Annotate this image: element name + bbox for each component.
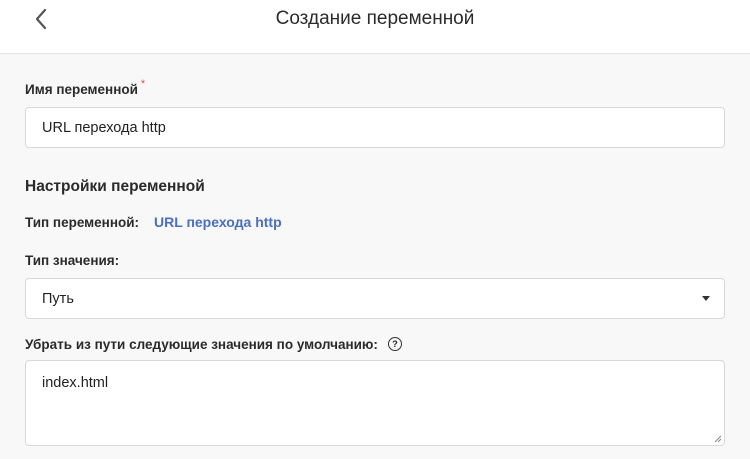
settings-section-title: Настройки переменной xyxy=(25,178,205,195)
variable-name-label-row: Имя переменной * xyxy=(25,78,146,99)
remove-values-textarea[interactable]: index.html xyxy=(25,360,725,446)
resize-handle-icon[interactable] xyxy=(714,435,722,443)
remove-values-label-row: Убрать из пути следующие значения по умо… xyxy=(25,336,402,354)
variable-name-input[interactable]: URL перехода http xyxy=(25,107,725,148)
value-type-label: Тип значения: xyxy=(25,253,120,268)
required-marker: * xyxy=(140,78,146,90)
page-title: Создание переменной xyxy=(275,8,475,29)
dropdown-caret-icon xyxy=(702,296,710,301)
variable-type-link[interactable]: URL перехода http xyxy=(154,214,282,230)
remove-values-text: index.html xyxy=(42,375,109,391)
remove-values-label: Убрать из пути следующие значения по умо… xyxy=(25,337,378,352)
value-type-select[interactable]: Путь xyxy=(25,278,725,319)
variable-name-value: URL перехода http xyxy=(42,119,166,136)
variable-type-label: Тип переменной: xyxy=(25,214,140,230)
top-bar: Создание переменной xyxy=(0,0,750,54)
value-type-selected: Путь xyxy=(42,290,74,307)
question-circle-icon[interactable]: ? xyxy=(387,336,402,351)
variable-name-label: Имя переменной xyxy=(25,82,138,97)
variable-type-row: Тип переменной: URL перехода http xyxy=(25,214,282,230)
